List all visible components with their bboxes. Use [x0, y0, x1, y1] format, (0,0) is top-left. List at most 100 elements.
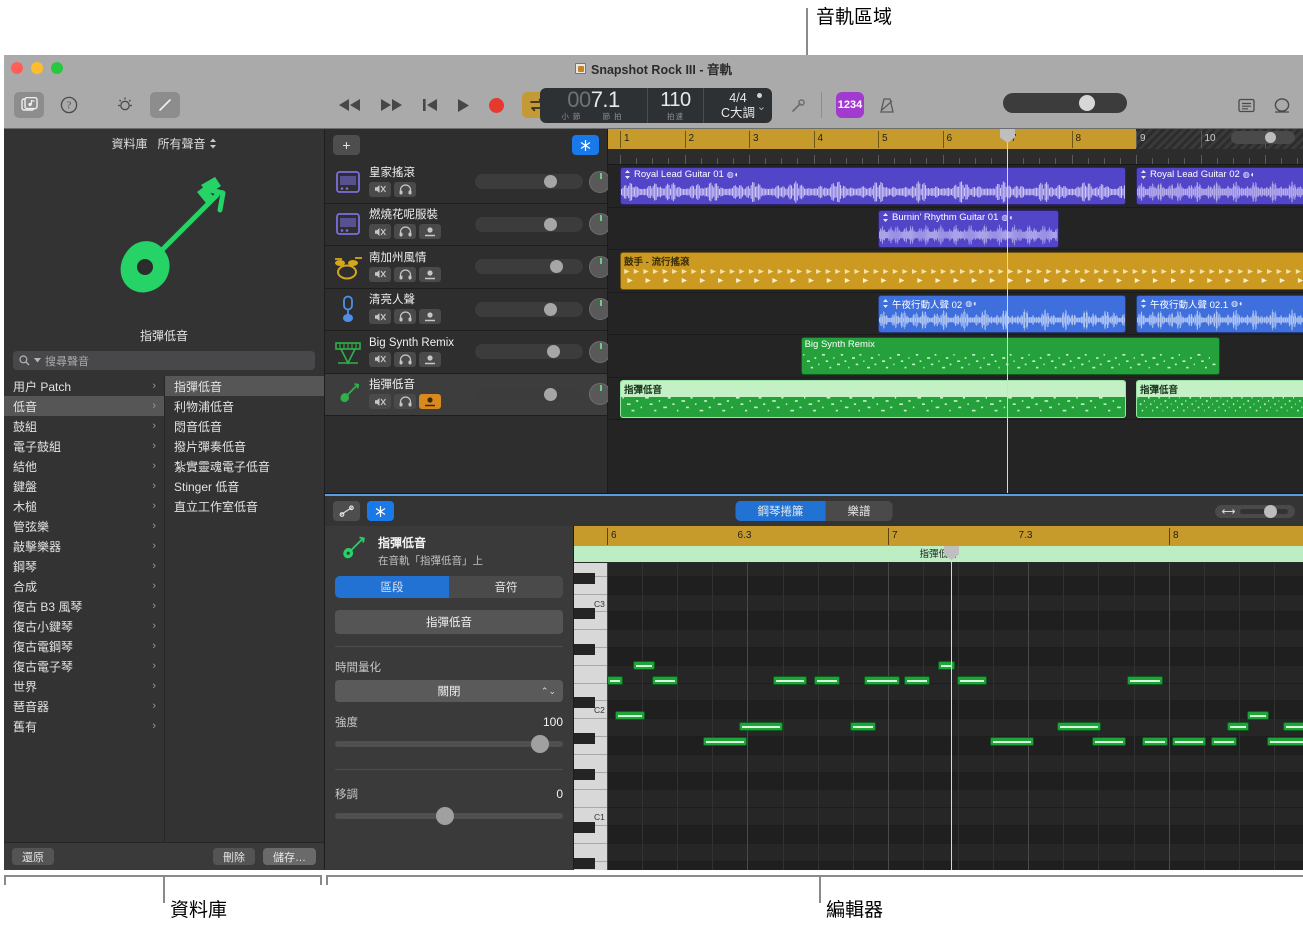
library-icon[interactable]	[14, 92, 44, 118]
library-category-item[interactable]: 管弦樂›	[4, 516, 164, 536]
volume-fader-knob[interactable]	[550, 260, 563, 273]
editor-flex-icon[interactable]	[367, 501, 394, 521]
volume-fader[interactable]	[475, 302, 583, 317]
midi-note[interactable]	[904, 676, 930, 685]
midi-note[interactable]	[652, 676, 678, 685]
search-chevron-down-icon[interactable]	[34, 358, 41, 363]
lcd-chevron-down-icon[interactable]: ⌄	[757, 100, 766, 113]
inspector-tabs[interactable]: 區段音符	[335, 576, 563, 598]
window-controls[interactable]	[11, 62, 63, 74]
midi-note[interactable]	[957, 676, 987, 685]
library-category-item[interactable]: 電子鼓組›	[4, 436, 164, 456]
library-patch-item[interactable]: 紮實靈魂電子低音	[165, 456, 324, 476]
midi-note[interactable]	[814, 676, 840, 685]
mute-button[interactable]	[369, 182, 391, 197]
track-row[interactable]: 南加州風情	[325, 246, 607, 289]
region[interactable]: 指彈低音	[1136, 380, 1303, 418]
playhead[interactable]	[1007, 129, 1008, 493]
mute-button[interactable]	[369, 394, 391, 409]
midi-note[interactable]	[990, 737, 1034, 746]
track-lane[interactable]: Royal Lead Guitar 01◍◖Royal Lead Guitar …	[608, 165, 1303, 208]
library-patch-list[interactable]: 指彈低音利物浦低音悶音低音撥片彈奏低音紮實靈魂電子低音Stinger 低音直立工…	[165, 376, 324, 842]
region[interactable]: Royal Lead Guitar 02◍◖	[1136, 167, 1303, 205]
piano-roll-region-strip[interactable]: 指彈低音	[574, 546, 1303, 563]
maximize-button[interactable]	[51, 62, 63, 74]
library-category-item[interactable]: 琶音器›	[4, 696, 164, 716]
save-button[interactable]: 儲存…	[263, 848, 316, 865]
piano-key-black[interactable]	[574, 644, 595, 655]
piano-roll[interactable]: 66.377.38 指彈低音 C3C2C1	[574, 526, 1303, 870]
play-icon[interactable]	[456, 98, 471, 113]
midi-note[interactable]	[773, 676, 807, 685]
library-scope-popup[interactable]: 所有聲音	[158, 135, 217, 152]
midi-note[interactable]	[739, 722, 783, 731]
mute-button[interactable]	[369, 267, 391, 282]
piano-key-black[interactable]	[574, 858, 595, 869]
timeline-subruler[interactable]	[608, 149, 1303, 165]
record-enable-button[interactable]	[419, 267, 441, 282]
track-lane[interactable]: Burnin' Rhythm Guitar 01◍◖	[608, 208, 1303, 251]
mute-button[interactable]	[369, 224, 391, 239]
search-input[interactable]: 搜尋聲音	[13, 351, 315, 370]
solo-button[interactable]	[394, 352, 416, 367]
library-category-item[interactable]: 鍵盤›	[4, 476, 164, 496]
piano-key-black[interactable]	[574, 733, 595, 744]
go-to-start-icon[interactable]	[422, 98, 438, 112]
piano-roll-playhead[interactable]	[951, 546, 952, 870]
strength-slider-knob[interactable]	[531, 735, 549, 753]
track-lane[interactable]: 鼓手 - 流行搖滾	[608, 250, 1303, 293]
region[interactable]: 指彈低音	[620, 380, 1126, 418]
editor-zoom-knob[interactable]	[1264, 505, 1277, 518]
midi-note[interactable]	[1127, 676, 1163, 685]
track-row[interactable]: 清亮人聲	[325, 289, 607, 332]
volume-fader[interactable]	[475, 217, 583, 232]
lcd-display[interactable]: 007.1 小節 節拍 110 拍速 4/4 C大調 ⌄	[540, 88, 772, 123]
add-track-button[interactable]: +	[333, 135, 360, 155]
revert-button[interactable]: 還原	[12, 848, 54, 865]
track-lanes[interactable]: Royal Lead Guitar 01◍◖Royal Lead Guitar …	[608, 165, 1303, 493]
library-patch-item[interactable]: 利物浦低音	[165, 396, 324, 416]
midi-note[interactable]	[633, 661, 655, 670]
library-category-item[interactable]: 復古小鍵琴›	[4, 616, 164, 636]
track-row[interactable]: Big Synth Remix	[325, 331, 607, 374]
flex-icon[interactable]	[572, 135, 599, 155]
volume-fader-knob[interactable]	[544, 303, 557, 316]
volume-fader[interactable]	[475, 344, 583, 359]
region-name-field[interactable]: 指彈低音	[335, 610, 563, 634]
piano-roll-main[interactable]: C3C2C1	[574, 563, 1303, 870]
transpose-slider-knob[interactable]	[436, 807, 454, 825]
midi-note[interactable]	[607, 676, 623, 685]
region[interactable]: 午夜行動人聲 02.1◍◖	[1136, 295, 1303, 333]
piano-key-black[interactable]	[574, 697, 595, 708]
library-category-item[interactable]: 低音›	[4, 396, 164, 416]
region[interactable]: 午夜行動人聲 02◍◖	[878, 295, 1126, 333]
track-row[interactable]: 指彈低音	[325, 374, 607, 417]
lcd-position[interactable]: 007.1 小節 節拍	[540, 88, 648, 123]
region[interactable]: 鼓手 - 流行搖滾	[620, 252, 1303, 290]
inspector-tab[interactable]: 音符	[449, 576, 563, 598]
brightness-icon[interactable]	[110, 92, 140, 118]
loops-icon[interactable]	[1273, 97, 1291, 114]
library-category-item[interactable]: 復古電鋼琴›	[4, 636, 164, 656]
pencil-icon[interactable]	[150, 92, 180, 118]
volume-fader-knob[interactable]	[544, 388, 557, 401]
help-icon[interactable]: ?	[54, 92, 84, 118]
metronome-icon[interactable]	[878, 97, 896, 114]
library-category-item[interactable]: 木槌›	[4, 496, 164, 516]
record-enable-button[interactable]	[419, 224, 441, 239]
editor-zoom-control[interactable]	[1215, 505, 1295, 518]
solo-button[interactable]	[394, 224, 416, 239]
editor-zoom-slider[interactable]	[1240, 509, 1288, 514]
delete-button[interactable]: 刪除	[213, 848, 255, 865]
mute-button[interactable]	[369, 352, 391, 367]
midi-note[interactable]	[1092, 737, 1126, 746]
rewind-icon[interactable]	[338, 98, 362, 112]
automation-icon[interactable]	[333, 501, 360, 521]
minimize-button[interactable]	[31, 62, 43, 74]
library-category-item[interactable]: 結他›	[4, 456, 164, 476]
piano-roll-grid[interactable]	[607, 563, 1303, 870]
mute-button[interactable]	[369, 309, 391, 324]
volume-fader[interactable]	[475, 387, 583, 402]
midi-note[interactable]	[850, 722, 876, 731]
library-patch-item[interactable]: 撥片彈奏低音	[165, 436, 324, 456]
